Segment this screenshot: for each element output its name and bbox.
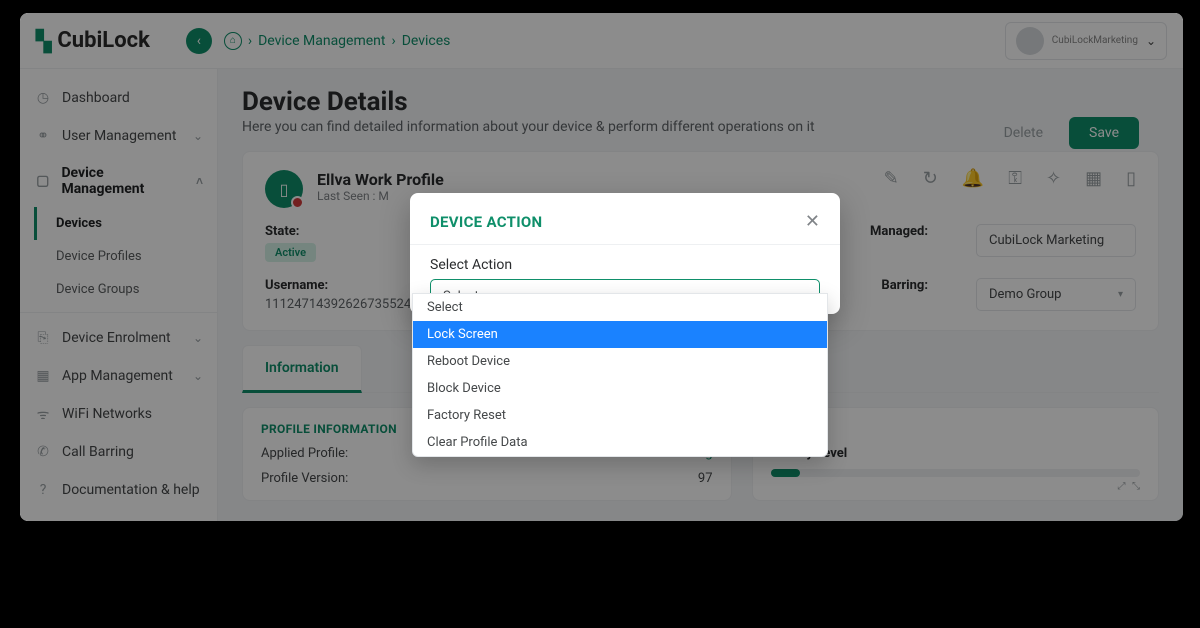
dropdown-option[interactable]: Clear Profile Data bbox=[413, 429, 827, 456]
action-dropdown[interactable]: SelectLock ScreenReboot DeviceBlock Devi… bbox=[412, 293, 828, 457]
modal-title: DEVICE ACTION bbox=[430, 213, 542, 231]
dropdown-option[interactable]: Select bbox=[413, 294, 827, 321]
dropdown-option[interactable]: Lock Screen bbox=[413, 321, 827, 348]
dropdown-option[interactable]: Block Device bbox=[413, 375, 827, 402]
dropdown-option[interactable]: Factory Reset bbox=[413, 402, 827, 429]
close-icon[interactable]: ✕ bbox=[805, 211, 820, 232]
dropdown-option[interactable]: Reboot Device bbox=[413, 348, 827, 375]
select-action-label: Select Action bbox=[430, 257, 820, 273]
